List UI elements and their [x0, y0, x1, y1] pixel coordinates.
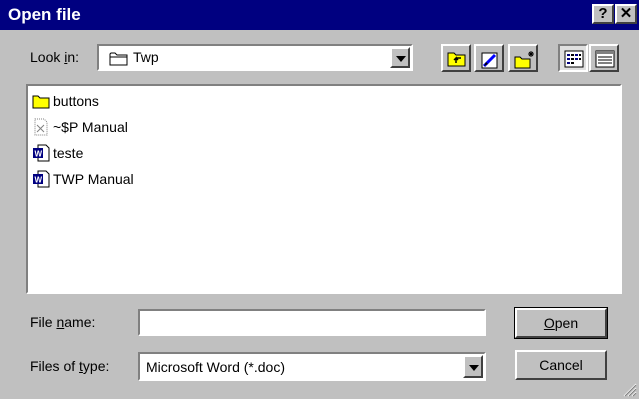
look-in-label: Look in:: [30, 49, 80, 65]
up-one-level-button[interactable]: [441, 44, 471, 72]
details-view-icon: [595, 50, 615, 68]
title-bar[interactable]: Open file ? ✕: [0, 0, 639, 30]
file-type-combo[interactable]: Microsoft Word (*.doc): [138, 352, 486, 381]
create-new-folder-button[interactable]: [508, 44, 538, 72]
chevron-down-icon: [469, 365, 479, 371]
file-type-label: Files of type:: [30, 358, 110, 374]
file-name: ~$P Manual: [53, 119, 128, 135]
look-in-combo[interactable]: Twp: [97, 44, 413, 71]
folder-icon: [109, 52, 128, 66]
look-in-favorites-icon: [481, 52, 498, 69]
file-list[interactable]: buttons ~$P Manual W teste W TWP Manual: [26, 84, 622, 294]
open-button[interactable]: Open: [514, 307, 608, 339]
resize-grip-icon[interactable]: [623, 383, 637, 397]
file-name: buttons: [53, 93, 99, 109]
file-name-label: File name:: [30, 314, 96, 330]
temp-document-icon: [34, 118, 48, 136]
file-name-input[interactable]: [138, 309, 486, 336]
chevron-down-icon: [396, 56, 406, 62]
close-button[interactable]: ✕: [615, 4, 637, 24]
svg-text:W: W: [35, 150, 43, 159]
cancel-button[interactable]: Cancel: [515, 350, 607, 380]
help-icon: ?: [598, 5, 608, 22]
close-icon: ✕: [619, 5, 633, 22]
create-new-folder-icon: [514, 51, 534, 69]
details-view-button[interactable]: [589, 44, 619, 72]
list-view-icon: [564, 50, 584, 68]
file-type-dropdown-button[interactable]: [463, 355, 483, 378]
open-file-dialog: Open file ? ✕ Look in: Twp buttons ~$P M…: [0, 0, 639, 399]
file-type-value: Microsoft Word (*.doc): [146, 359, 285, 375]
look-in-favorites-button[interactable]: [474, 44, 504, 72]
look-in-value: Twp: [133, 49, 159, 65]
list-item[interactable]: W TWP Manual: [32, 168, 134, 190]
word-document-icon: W: [33, 144, 50, 162]
folder-icon: [32, 95, 50, 109]
list-item[interactable]: W teste: [32, 142, 83, 164]
window-title: Open file: [8, 5, 81, 24]
list-view-button[interactable]: [558, 44, 588, 72]
list-item[interactable]: buttons: [32, 90, 99, 112]
help-button[interactable]: ?: [592, 4, 614, 24]
look-in-dropdown-button[interactable]: [390, 47, 410, 68]
file-name: TWP Manual: [53, 171, 134, 187]
word-document-icon: W: [33, 170, 50, 188]
up-one-level-icon: [447, 52, 466, 67]
svg-text:W: W: [35, 176, 43, 185]
file-name: teste: [53, 145, 84, 161]
list-item[interactable]: ~$P Manual: [32, 116, 128, 138]
